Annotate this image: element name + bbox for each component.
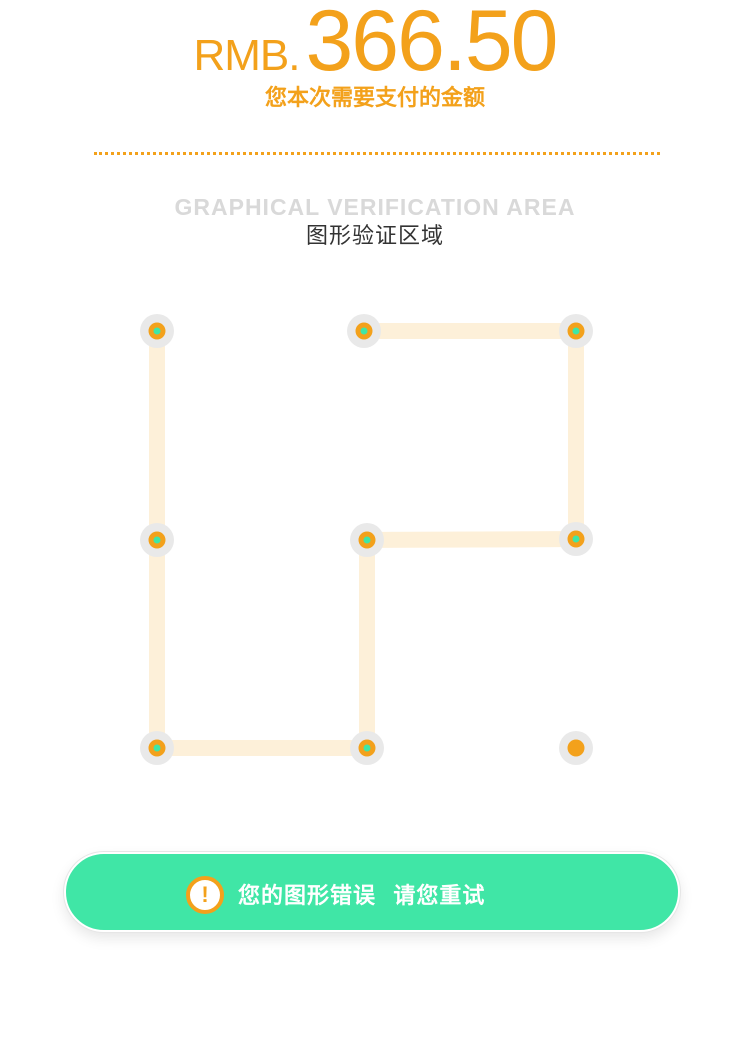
pattern-node-selected-core: [153, 744, 161, 752]
pattern-node-selected-core: [153, 327, 161, 335]
pattern-node-5[interactable]: [350, 523, 384, 557]
pattern-node-6[interactable]: [559, 522, 593, 556]
error-banner[interactable]: ! 您的图形错误 请您重试: [64, 852, 680, 932]
pattern-node-selected-core: [153, 536, 161, 544]
error-message: 您的图形错误 请您重试: [238, 884, 486, 909]
warning-icon: !: [186, 876, 224, 914]
pattern-node-3[interactable]: [559, 314, 593, 348]
pattern-node-dot: [567, 739, 585, 757]
pattern-node-selected-core: [363, 744, 371, 752]
pattern-node-4[interactable]: [140, 523, 174, 557]
pattern-node-7[interactable]: [140, 731, 174, 765]
pattern-node-selected-core: [363, 536, 371, 544]
pattern-segment-5-6: [358, 530, 585, 549]
pattern-node-selected-core: [360, 327, 368, 335]
pattern-node-selected-core: [572, 535, 580, 543]
pattern-node-2[interactable]: [347, 314, 381, 348]
pattern-node-9[interactable]: [559, 731, 593, 765]
pattern-node-1[interactable]: [140, 314, 174, 348]
pattern-node-selected-core: [572, 327, 580, 335]
payment-verification-page: RMB.366.50 您本次需要支付的金额 GRAPHICAL VERIFICA…: [0, 0, 750, 1044]
pattern-node-8[interactable]: [350, 731, 384, 765]
